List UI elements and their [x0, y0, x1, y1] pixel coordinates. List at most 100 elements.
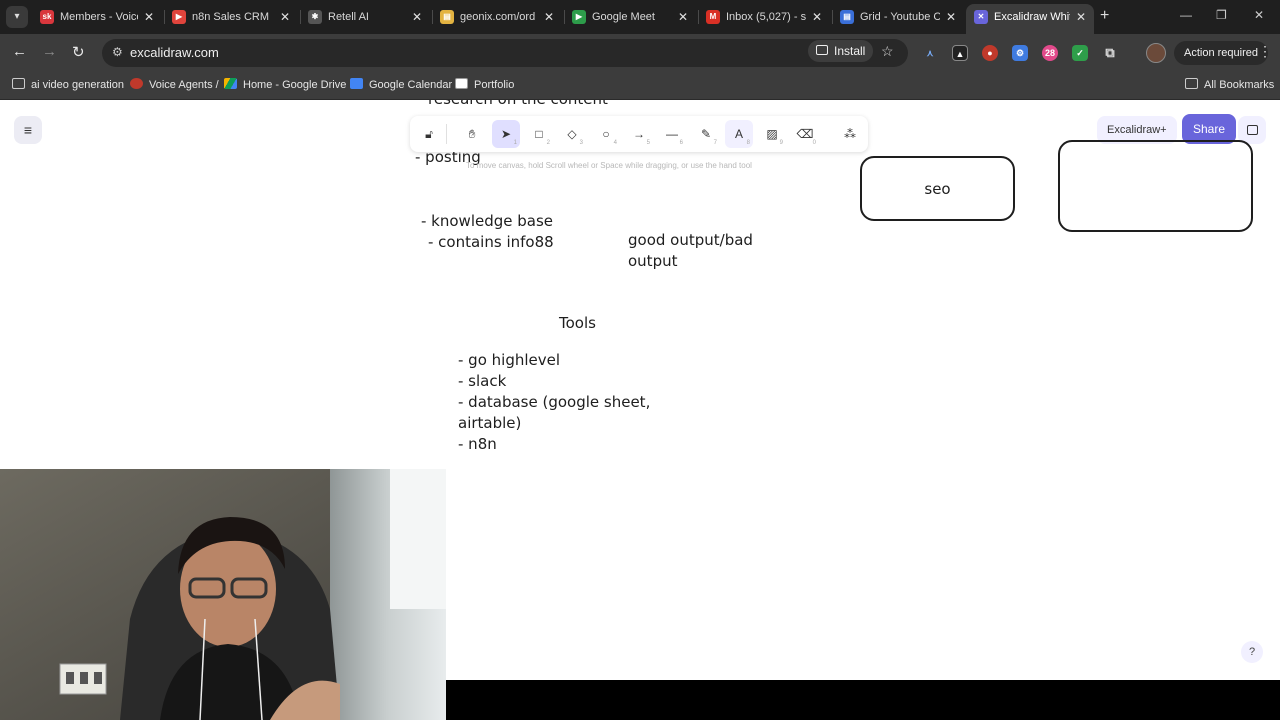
tab-close-icon[interactable]: ✕	[412, 4, 422, 30]
bookmark-star-icon[interactable]: ☆	[881, 43, 894, 60]
tab-close-icon[interactable]: ✕	[678, 4, 688, 30]
youtube-icon: ▶	[172, 10, 186, 24]
browser-toolbar: ← → ↻ ⚙ excalidraw.com Install ☆ ⋏ ▲ ● ⚙…	[0, 34, 1280, 72]
empty-box[interactable]	[1058, 140, 1253, 232]
extension-c-icon[interactable]: ●	[982, 45, 998, 61]
install-button[interactable]: Install	[808, 40, 874, 62]
tab-title: Grid - Youtube C	[860, 11, 940, 23]
tab-close-icon[interactable]: ✕	[1076, 4, 1086, 30]
browser-tab[interactable]: ▶ n8n Sales CRM ✕	[164, 4, 298, 30]
canvas-text-tool-1[interactable]: - go highlevel	[458, 351, 560, 371]
minimize-icon[interactable]: —	[1180, 8, 1192, 22]
maximize-icon[interactable]: ❐	[1216, 8, 1227, 22]
bookmarks-bar: ai video generation Voice Agents / Home …	[0, 72, 1280, 100]
site-info-icon[interactable]: ⚙	[112, 45, 123, 59]
canvas-text-knowledge-base[interactable]: - knowledge base	[421, 212, 553, 232]
canvas-text-good-output[interactable]: good output/bad	[628, 231, 753, 251]
canvas-text-contains[interactable]: - contains info88	[428, 233, 554, 253]
browser-tab[interactable]: ▤ Grid - Youtube C ✕	[832, 4, 964, 30]
tool-extra[interactable]: ⁂	[836, 120, 864, 148]
canvas-text-tools-title[interactable]: Tools	[559, 314, 596, 334]
extension-e-icon[interactable]: 28	[1042, 45, 1058, 61]
help-button[interactable]: ?	[1241, 641, 1263, 663]
tab-strip: ▾ sk Members - Voice ✕ ▶ n8n Sales CRM ✕ ✱ Rete…	[0, 0, 1280, 34]
bookmark-google-drive[interactable]: Home - Google Drive	[224, 78, 346, 91]
extension-d-icon[interactable]: ⚙	[1012, 45, 1028, 61]
tool-ellipse[interactable]: ○ 4	[592, 120, 620, 148]
tab-close-icon[interactable]: ✕	[280, 4, 290, 30]
tool-arrow[interactable]: → 5	[625, 120, 653, 148]
bookmark-label: Voice Agents /	[149, 79, 219, 91]
canvas-text-tool-4[interactable]: - n8n	[458, 435, 497, 455]
extension-a-icon[interactable]: ⋏	[922, 45, 938, 61]
browser-tab[interactable]: ✱ Retell AI ✕	[300, 4, 430, 30]
profile-avatar[interactable]	[1146, 43, 1166, 63]
tool-draw[interactable]: ✎ 7	[692, 120, 720, 148]
back-icon[interactable]: ←	[12, 43, 27, 60]
rectangle-icon: □	[535, 127, 543, 141]
shape-toolbar: 🔓︎ ✋︎ ➤ 1 □ 2 ◇ 3 ○ 4 → 5—6 ✎ 7 A 8 ▨ 9 ⌫ 0 ⁂	[410, 116, 868, 152]
bookmark-google-calendar[interactable]: Google Calendar	[350, 78, 452, 91]
browser-tab[interactable]: M Inbox (5,027) - s ✕	[698, 4, 830, 30]
tab-search-button[interactable]: ▾	[6, 6, 28, 28]
tab-title: Retell AI	[328, 11, 369, 23]
tool-line[interactable]: —6	[658, 120, 686, 148]
tool-hand[interactable]: ✋︎	[458, 120, 486, 148]
browser-tab[interactable]: ✕ Excalidraw White ✕	[966, 4, 1094, 34]
all-bookmarks[interactable]: All Bookmarks	[1185, 78, 1274, 91]
tab-close-icon[interactable]: ✕	[544, 4, 554, 30]
letterbox-bar	[446, 680, 1280, 720]
text-icon: A	[734, 127, 743, 141]
main-menu-button[interactable]: ≡	[14, 116, 42, 144]
bookmark-portfolio[interactable]: Portfolio	[455, 78, 514, 91]
browser-tab[interactable]: ▤ geonix.com/ord ✕	[432, 4, 562, 30]
forward-icon[interactable]: →	[42, 43, 57, 60]
canvas-text-tool-3[interactable]: - database (google sheet,	[458, 393, 650, 413]
retell-icon: ✱	[308, 10, 322, 24]
selection-icon: ➤	[500, 127, 512, 141]
reload-icon[interactable]: ↻	[72, 43, 85, 61]
tool-image[interactable]: ▨ 9	[758, 120, 786, 148]
seo-box[interactable]: seo	[860, 156, 1015, 221]
tool-diamond[interactable]: ◇ 3	[558, 120, 586, 148]
bookmark-label: Portfolio	[474, 79, 515, 91]
canvas-text-research[interactable]: research on the content	[428, 100, 608, 110]
canvas-text-tool-2[interactable]: - slack	[458, 372, 506, 392]
tab-close-icon[interactable]: ✕	[946, 4, 956, 30]
folder-icon	[1185, 78, 1198, 89]
bookmark-voice-agents[interactable]: Voice Agents /	[130, 78, 219, 91]
tab-close-icon[interactable]: ✕	[812, 4, 822, 30]
tool-selection[interactable]: ➤ 1	[492, 120, 520, 148]
tool-shortcut: 3	[579, 140, 583, 146]
tool-shortcut: 9	[779, 140, 783, 146]
address-bar[interactable]: ⚙ excalidraw.com	[102, 39, 908, 67]
window-close-icon[interactable]: ✕	[1254, 8, 1264, 22]
browser-tab[interactable]: sk Members - Voice ✕	[32, 4, 162, 30]
arrow-icon: →	[633, 127, 645, 141]
extensions-puzzle-icon[interactable]: ⧉	[1102, 45, 1118, 61]
line-icon: —	[666, 127, 678, 141]
tool-lock[interactable]: 🔓︎	[415, 120, 443, 148]
screen: ▾ sk Members - Voice ✕ ▶ n8n Sales CRM ✕ ✱ Rete…	[0, 0, 1280, 720]
tool-rectangle[interactable]: □ 2	[525, 120, 553, 148]
canvas-text-tool-3b[interactable]: airtable)	[458, 414, 521, 434]
tab-close-icon[interactable]: ✕	[144, 4, 154, 30]
install-icon	[816, 45, 828, 55]
draw-icon: ✎	[700, 127, 712, 141]
bookmark-ai-video[interactable]: ai video generation	[12, 78, 124, 91]
canvas-text-output[interactable]: output	[628, 252, 677, 272]
action-required-button[interactable]: Action required	[1174, 41, 1268, 65]
tool-text[interactable]: A8	[725, 120, 753, 148]
new-tab-button[interactable]: +	[1100, 6, 1109, 26]
all-bookmarks-label: All Bookmarks	[1204, 79, 1275, 91]
tab-title: geonix.com/ord	[460, 11, 536, 23]
folder-icon	[12, 78, 25, 89]
browser-menu-icon[interactable]: ⋮	[1258, 43, 1272, 60]
browser-tab[interactable]: ▶ Google Meet ✕	[564, 4, 696, 30]
extension-b-icon[interactable]: ▲	[952, 45, 968, 61]
tool-eraser[interactable]: ⌫ 0	[791, 120, 819, 148]
install-label: Install	[834, 44, 866, 58]
extension-f-icon[interactable]: ✓	[1072, 45, 1088, 61]
sheets-icon: ▤	[840, 10, 854, 24]
gmail-icon: M	[706, 10, 720, 24]
